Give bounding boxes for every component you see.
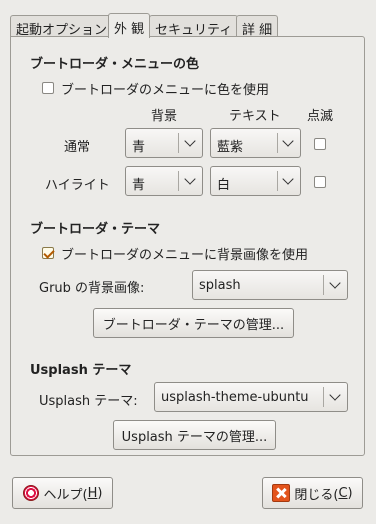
use-background-image-checkbox[interactable]	[42, 247, 54, 259]
highlight-background-value: 青	[132, 178, 146, 193]
combo-separator	[178, 133, 179, 153]
combo-separator	[178, 171, 179, 191]
chevron-down-icon	[282, 173, 294, 185]
grub-image-combo[interactable]: splash	[192, 270, 348, 300]
close-accelerator: C	[338, 485, 348, 501]
chevron-down-icon	[282, 135, 294, 147]
tab-boot-options[interactable]: 起動オプション	[10, 15, 114, 38]
combo-separator	[277, 171, 278, 191]
use-colors-label: ブートローダのメニューに色を使用	[61, 83, 270, 98]
combo-separator	[277, 133, 278, 153]
usplash-theme-label: Usplash テーマ:	[39, 394, 138, 409]
close-label-end: )	[347, 485, 353, 501]
usplash-theme-value: usplash-theme-ubuntu	[161, 390, 309, 405]
help-label-end: )	[97, 485, 103, 501]
close-button[interactable]: 閉じる(C)	[262, 477, 363, 509]
appearance-panel: ブートローダ・メニューの色 ブートローダのメニューに色を使用 背景 テキスト 点…	[10, 36, 365, 456]
tab-security[interactable]: セキュリティ	[149, 15, 239, 38]
chevron-down-icon	[184, 173, 196, 185]
help-label-text: ヘルプ(	[43, 487, 88, 503]
help-accelerator: H	[87, 485, 98, 501]
help-icon	[22, 485, 39, 501]
tab-appearance[interactable]: 外 観	[108, 13, 151, 38]
manage-boot-theme-button[interactable]: ブートローダ・テーマの管理...	[93, 308, 294, 338]
tab-advanced[interactable]: 詳 細	[236, 15, 279, 38]
normal-label: 通常	[64, 140, 91, 155]
highlight-text-combo[interactable]: 白	[210, 166, 301, 196]
help-button[interactable]: ヘルプ(H)	[12, 477, 113, 509]
highlight-text-value: 白	[217, 178, 231, 193]
highlight-label: ハイライト	[45, 178, 110, 193]
chevron-down-icon	[329, 277, 341, 289]
close-label-text: 閉じる(	[294, 487, 339, 503]
grub-image-value: splash	[199, 278, 241, 293]
menu-colors-title: ブートローダ・メニューの色	[30, 57, 200, 72]
normal-text-combo[interactable]: 藍紫	[210, 128, 301, 158]
close-icon	[272, 484, 291, 502]
grub-image-label: Grub の背景画像:	[39, 281, 145, 296]
normal-background-value: 青	[132, 140, 146, 155]
normal-blink-checkbox[interactable]	[314, 138, 326, 150]
highlight-background-combo[interactable]: 青	[125, 166, 203, 196]
combo-separator	[323, 387, 324, 407]
background-header: 背景	[151, 109, 178, 124]
boot-theme-title: ブートローダ・テーマ	[30, 222, 161, 237]
blink-header: 点滅	[307, 109, 334, 124]
use-background-image-label: ブートローダのメニューに背景画像を使用	[61, 248, 309, 263]
highlight-blink-checkbox[interactable]	[314, 176, 326, 188]
text-header: テキスト	[229, 109, 281, 124]
combo-separator	[323, 275, 324, 295]
use-colors-checkbox[interactable]	[42, 82, 54, 94]
normal-background-combo[interactable]: 青	[125, 128, 203, 158]
manage-usplash-theme-button[interactable]: Usplash テーマの管理...	[113, 420, 276, 450]
normal-text-value: 藍紫	[217, 140, 244, 155]
chevron-down-icon	[184, 135, 196, 147]
chevron-down-icon	[329, 389, 341, 401]
usplash-theme-combo[interactable]: usplash-theme-ubuntu	[154, 382, 348, 412]
usplash-theme-title: Usplash テーマ	[30, 363, 132, 378]
